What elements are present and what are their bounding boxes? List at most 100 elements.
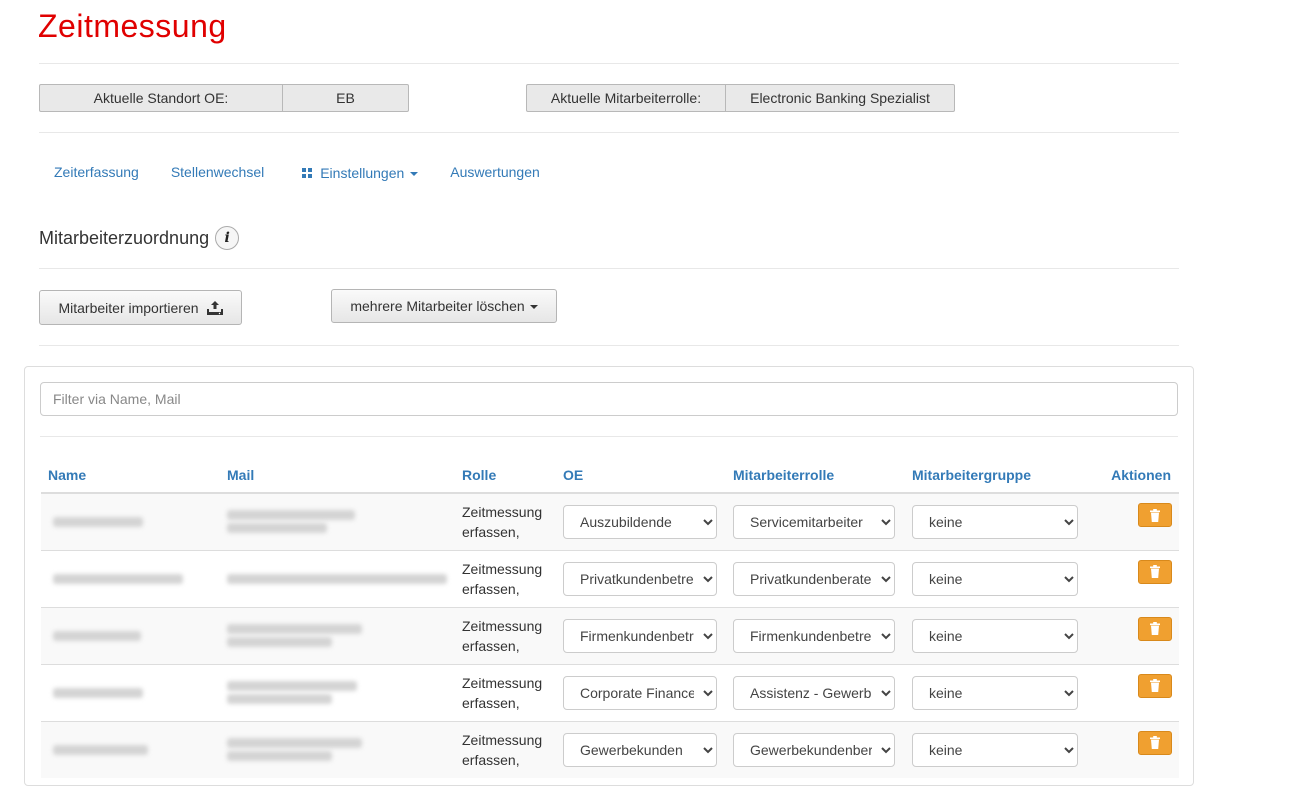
rolle-line2: erfassen, <box>462 637 520 654</box>
cell-mitarbeitergruppe: keine <box>905 606 1085 664</box>
table-row: Zeitmessung erfassen, Firmenkundenbetreu… <box>41 606 1179 664</box>
oe-select[interactable]: Auszubildende <box>563 504 717 539</box>
mitarbeiterrolle-select[interactable]: Firmenkundenbetreuer <box>733 618 895 653</box>
mitarbeiterrolle-select[interactable]: Servicemitarbeiter <box>733 504 895 539</box>
cell-mitarbeitergruppe: keine <box>905 549 1085 607</box>
delete-button[interactable] <box>1138 730 1172 755</box>
cell-mitarbeiterrolle: Assistenz - Gewerbe <box>726 663 905 721</box>
cell-rolle: Zeitmessung erfassen, <box>455 549 556 607</box>
mitarbeitergruppe-select[interactable]: keine <box>912 675 1078 710</box>
delete-button[interactable] <box>1138 559 1172 584</box>
divider <box>39 345 1179 346</box>
cell-name <box>41 663 220 721</box>
redacted-name <box>53 630 220 641</box>
cell-rolle: Zeitmessung erfassen, <box>455 606 556 664</box>
standort-value: EB <box>336 90 355 106</box>
bulk-delete-dropdown[interactable]: mehrere Mitarbeiter löschen <box>331 289 557 323</box>
mitarbeitergruppe-select[interactable]: keine <box>912 732 1078 767</box>
cell-rolle: Zeitmessung erfassen, <box>455 492 556 550</box>
chevron-down-icon <box>410 172 419 176</box>
oe-select[interactable]: Privatkundenbetreuung <box>563 561 717 596</box>
col-aktionen: Aktionen <box>1085 457 1179 494</box>
divider <box>39 132 1179 133</box>
cell-mitarbeiterrolle: Privatkundenberater <box>726 549 905 607</box>
cell-mitarbeiterrolle: Servicemitarbeiter <box>726 492 905 550</box>
filter-input[interactable] <box>40 382 1178 416</box>
rolle-line2: erfassen, <box>462 580 520 597</box>
oe-select[interactable]: Gewerbekunden <box>563 732 717 767</box>
cell-oe: Privatkundenbetreuung <box>556 549 726 607</box>
rolle-info: Aktuelle Mitarbeiterrolle: Electronic Ba… <box>526 84 955 112</box>
cell-mitarbeiterrolle: Gewerbekundenberater <box>726 720 905 778</box>
col-rolle[interactable]: Rolle <box>455 457 556 494</box>
redacted-mail <box>227 738 455 762</box>
cell-name <box>41 492 220 550</box>
grid-icon <box>302 168 313 178</box>
divider <box>39 63 1179 64</box>
employee-table: Name Mail Rolle OE Mitarbeiterrolle Mita… <box>41 457 1179 778</box>
cell-mail <box>220 606 455 664</box>
cell-aktionen <box>1085 663 1179 721</box>
oe-select[interactable]: Firmenkundenbetreuung <box>563 618 717 653</box>
rolle-label: Aktuelle Mitarbeiterrolle: <box>527 85 726 111</box>
trash-icon <box>1150 508 1160 522</box>
redacted-name <box>53 516 220 527</box>
nav-zeiterfassung[interactable]: Zeiterfassung <box>54 164 139 180</box>
mitarbeiterrolle-select[interactable]: Assistenz - Gewerbe <box>733 675 895 710</box>
mitarbeiterrolle-select[interactable]: Gewerbekundenberater <box>733 732 895 767</box>
cell-mitarbeitergruppe: keine <box>905 663 1085 721</box>
delete-button[interactable] <box>1138 503 1172 527</box>
trash-icon <box>1150 736 1160 749</box>
redacted-mail <box>227 510 455 534</box>
mitarbeitergruppe-select[interactable]: keine <box>912 504 1078 539</box>
cell-mitarbeitergruppe: keine <box>905 720 1085 778</box>
table-row: Zeitmessung erfassen, Privatkundenbetreu… <box>41 549 1179 607</box>
rolle-line2: erfassen, <box>462 694 520 711</box>
table-row: Zeitmessung erfassen, Corporate Finance … <box>41 663 1179 721</box>
cell-name <box>41 720 220 778</box>
info-icon[interactable]: i <box>215 226 240 250</box>
nav-einstellungen-label: Einstellungen <box>320 165 405 181</box>
cell-aktionen <box>1085 549 1179 607</box>
cell-oe: Firmenkundenbetreuung <box>556 606 726 664</box>
col-name[interactable]: Name <box>41 457 220 494</box>
mitarbeiterrolle-select[interactable]: Privatkundenberater <box>733 561 895 596</box>
rolle-line1: Zeitmessung <box>462 617 543 634</box>
employee-panel: Name Mail Rolle OE Mitarbeiterrolle Mita… <box>24 366 1194 786</box>
mitarbeitergruppe-select[interactable]: keine <box>912 561 1078 596</box>
cell-aktionen <box>1085 606 1179 664</box>
cell-oe: Gewerbekunden <box>556 720 726 778</box>
redacted-name <box>53 744 220 755</box>
rolle-line1: Zeitmessung <box>462 674 543 691</box>
rolle-line2: erfassen, <box>462 523 520 540</box>
col-mail[interactable]: Mail <box>220 457 455 494</box>
section-title: Mitarbeiterzuordnung <box>39 227 210 248</box>
cell-mitarbeitergruppe: keine <box>905 492 1085 550</box>
cell-name <box>41 549 220 607</box>
rolle-line1: Zeitmessung <box>462 560 543 577</box>
page-title: Zeitmessung <box>38 8 227 44</box>
col-oe[interactable]: OE <box>556 457 726 494</box>
delete-button[interactable] <box>1138 616 1172 641</box>
nav-einstellungen[interactable]: Einstellungen <box>302 165 419 181</box>
table-row: Zeitmessung erfassen, Gewerbekunden Gewe… <box>41 720 1179 778</box>
delete-button[interactable] <box>1138 673 1172 698</box>
bulk-delete-label: mehrere Mitarbeiter löschen <box>350 298 525 314</box>
section-heading: Mitarbeiterzuordnung i <box>39 226 240 250</box>
divider <box>39 268 1179 269</box>
mitarbeitergruppe-select[interactable]: keine <box>912 618 1078 653</box>
table-header-row: Name Mail Rolle OE Mitarbeiterrolle Mita… <box>41 457 1179 494</box>
nav-stellenwechsel[interactable]: Stellenwechsel <box>171 164 264 180</box>
import-button[interactable]: Mitarbeiter importieren <box>39 290 242 325</box>
cell-name <box>41 606 220 664</box>
rolle-line1: Zeitmessung <box>462 503 543 520</box>
standort-info: Aktuelle Standort OE: EB <box>39 84 409 112</box>
col-mitarbeiterrolle[interactable]: Mitarbeiterrolle <box>726 457 905 494</box>
trash-icon <box>1150 565 1160 578</box>
col-mitarbeitergruppe[interactable]: Mitarbeitergruppe <box>905 457 1085 494</box>
cell-aktionen <box>1085 720 1179 778</box>
oe-select[interactable]: Corporate Finance <box>563 675 717 710</box>
trash-icon <box>1150 622 1160 635</box>
nav-auswertungen[interactable]: Auswertungen <box>450 164 540 180</box>
import-label: Mitarbeiter importieren <box>58 299 199 316</box>
